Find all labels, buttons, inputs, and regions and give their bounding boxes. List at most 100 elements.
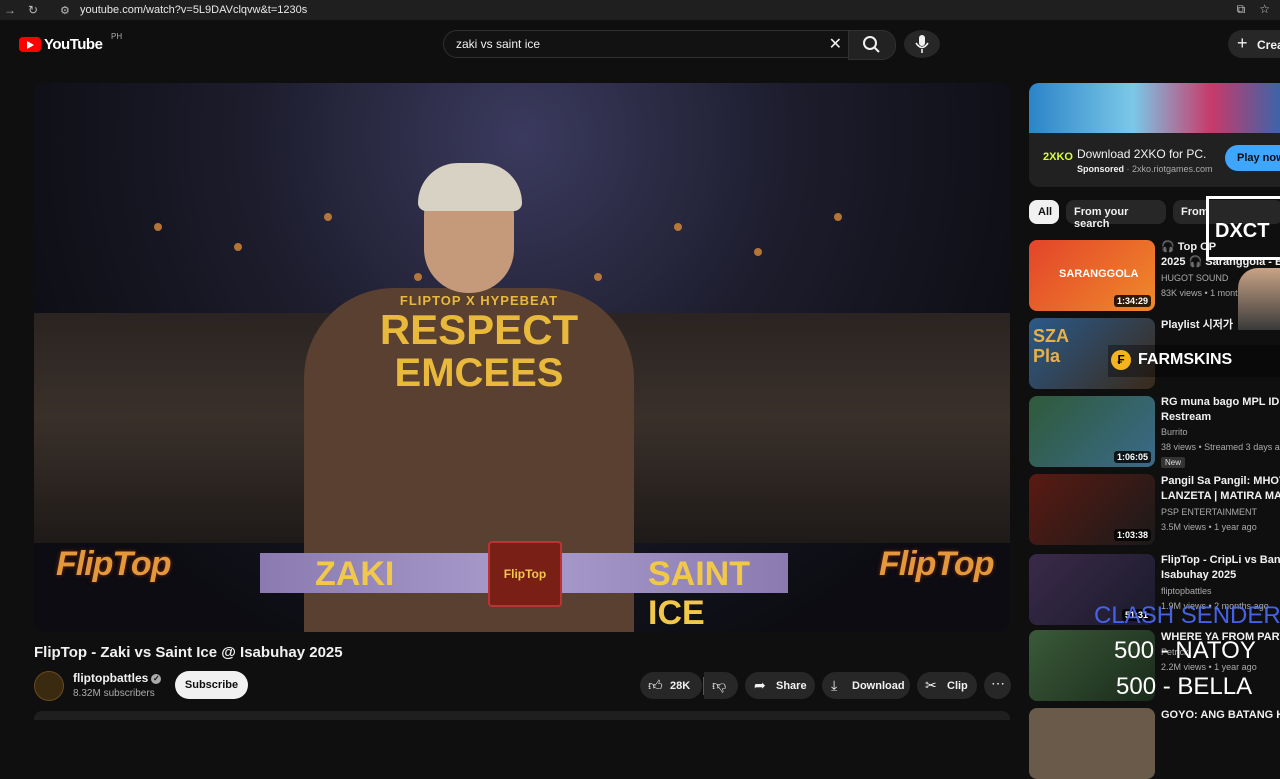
right-emcee-name: SAINT ICE [648,555,750,632]
download-button[interactable]: ⤓ Download [822,672,910,699]
more-actions-button[interactable]: ⋯ [984,672,1011,699]
search-query[interactable]: zaki vs saint ice [456,37,540,51]
share-label: Share [776,680,807,692]
thumb-overlay-text: SARANGGOLA [1059,268,1139,280]
related-thumbnail[interactable]: 1:06:05 [1029,396,1155,467]
donation-alert-line1: 500 - NATOY [1114,637,1256,664]
duration-badge: 1:06:05 [1113,451,1151,463]
clear-search-icon[interactable]: ✕ [829,34,842,54]
farmskins-coin-icon: ₣ [1111,350,1131,370]
ad-meta: Sponsored · 2xko.riotgames.com [1077,164,1213,174]
related-thumbnail[interactable]: 1:03:38 [1029,474,1155,545]
country-code: PH [111,32,123,41]
related-title[interactable]: Pangil Sa Pangil: MHOT v LANZETA | MATIRA… [1161,474,1280,504]
ad-sponsored: Sponsored [1077,164,1125,174]
browser-url-bar: → ↻ ⚙ youtube.com/watch?v=5L9DAVclqvw&t=… [0,0,1280,20]
chip-all[interactable]: All [1029,200,1059,224]
thumb-overlay-text: SZA Pla [1033,326,1069,366]
youtube-logo[interactable]: YouTube PH [19,32,122,53]
related-channel: Burrito [1161,427,1188,437]
donation-alert-title: CLASH SENDER [1094,602,1280,629]
chip-from-label: From [1181,206,1209,218]
search-input[interactable]: zaki vs saint ice ✕ [443,30,849,58]
farmskins-text: FARMSKINS [1138,351,1233,368]
video-title: FlipTop - Zaki vs Saint Ice @ Isabuhay 2… [34,644,343,661]
url-text[interactable]: youtube.com/watch?v=5L9DAVclqvw&t=1230s [80,4,307,16]
video-frame: FLIPTOP X HYPEBEAT RESPECT EMCEES FlipTo… [34,83,1010,632]
logo-wordmark: YouTube [44,36,103,53]
video-player[interactable]: FLIPTOP X HYPEBEAT RESPECT EMCEES FlipTo… [34,83,1010,632]
subscribe-button[interactable]: Subscribe [175,671,248,699]
related-channel: fliptopbattles [1161,586,1212,596]
related-title-line2: Restream [1161,411,1212,423]
related-channel: HUGOT SOUND [1161,273,1229,283]
related-title[interactable]: RG muna bago MPL ID Restream [1161,395,1280,425]
back-icon[interactable]: → [4,3,18,17]
thumbs-down-icon: 👎︎ [712,677,727,693]
bookmark-star-icon[interactable]: ☆ [1259,2,1270,16]
sponsored-ad-card[interactable]: 2XKO Download 2XKO for PC. Sponsored · 2… [1029,83,1280,187]
reload-icon[interactable]: ↻ [28,3,44,17]
related-title[interactable]: FlipTop - CripLi vs Ban @ Isabuhay 2025 [1161,553,1280,583]
like-button[interactable]: 👍︎ 28K [640,672,702,699]
thumbs-up-icon: 👍︎ [648,677,663,693]
ad-cta-button[interactable]: Play now [1225,145,1280,171]
plus-icon: + [1237,33,1248,53]
fliptop-badge: FlipTop [488,541,562,607]
related-title-line1: Pangil Sa Pangil: MHOT v [1161,475,1280,487]
ad-title[interactable]: Download 2XKO for PC. [1077,147,1206,161]
related-meta: 83K views • 1 month [1161,288,1243,298]
ad-domain: 2xko.riotgames.com [1132,164,1213,174]
new-badge: New [1161,457,1186,468]
channel-name[interactable]: fliptopbattles ✓ [73,671,162,685]
related-title-line1: FlipTop - CripLi vs Ban @ [1161,554,1280,566]
youtube-play-icon [19,37,41,52]
duration-badge: 1:34:29 [1113,295,1151,307]
streamer-webcam [1238,268,1280,330]
ad-banner-image [1029,83,1280,133]
mic-icon [915,35,929,53]
duration-badge: 1:03:38 [1113,529,1151,541]
chip-from-your-search[interactable]: From your search [1066,200,1166,230]
voice-search-button[interactable] [904,30,940,58]
clip-label: Clip [947,680,968,692]
related-title[interactable]: GOYO: ANG BATANG HEN [1161,708,1280,723]
description-box[interactable] [34,711,1010,720]
farmskins-overlay: ₣ FARMSKINS [1108,345,1280,377]
download-icon: ⤓ [831,677,838,693]
left-emcee-name: ZAKI [315,555,395,593]
related-channel: PSP ENTERTAINMENT [1161,507,1258,517]
performer-cap [418,163,522,211]
subscriber-count: 8.32M subscribers [73,688,155,699]
fliptop-logo-left: FlipTop [56,545,171,583]
related-title-line1: RG muna bago MPL ID [1161,396,1280,408]
related-title-line2: Isabuhay 2025 [1161,569,1237,581]
dxct-logo: DXCT [1206,196,1280,260]
related-thumbnail[interactable]: SARANGGOLA 1:34:29 [1029,240,1155,311]
donation-alert-line2: 500 - BELLA [1116,673,1253,700]
shirt-line-2: RESPECT [379,306,579,353]
related-title-line2: LANZETA | MATIRA MAYA [1161,490,1280,502]
create-label: Crea [1257,38,1280,52]
download-label: Download [852,680,905,692]
dislike-button[interactable]: 👎︎ [704,672,738,699]
related-meta: 3.5M views • 1 year ago [1161,522,1257,532]
share-button[interactable]: ➦ Share [745,672,815,699]
related-meta: 38 views • Streamed 3 days a [1161,442,1280,452]
scissors-icon: ✂ [925,677,937,693]
channel-avatar[interactable] [34,671,64,701]
extension-icon[interactable]: ⧉ [1237,2,1246,16]
masthead: YouTube PH zaki vs saint ice ✕ + Crea [0,20,1280,68]
site-info-icon[interactable]: ⚙ [60,4,76,17]
like-count: 28K [670,680,691,692]
clip-button[interactable]: ✂ Clip [917,672,977,699]
search-button[interactable] [848,30,896,60]
chip-all-label: All [1038,206,1053,218]
shirt-print: FLIPTOP X HYPEBEAT RESPECT EMCEES [364,293,594,394]
create-button[interactable]: + Crea [1228,30,1280,58]
fliptop-logo-right: FlipTop [879,545,994,583]
related-thumbnail[interactable] [1029,708,1155,779]
more-horizontal-icon: ⋯ [991,675,1005,691]
search-icon [863,36,880,53]
channel-name-text[interactable]: fliptopbattles [73,671,148,685]
